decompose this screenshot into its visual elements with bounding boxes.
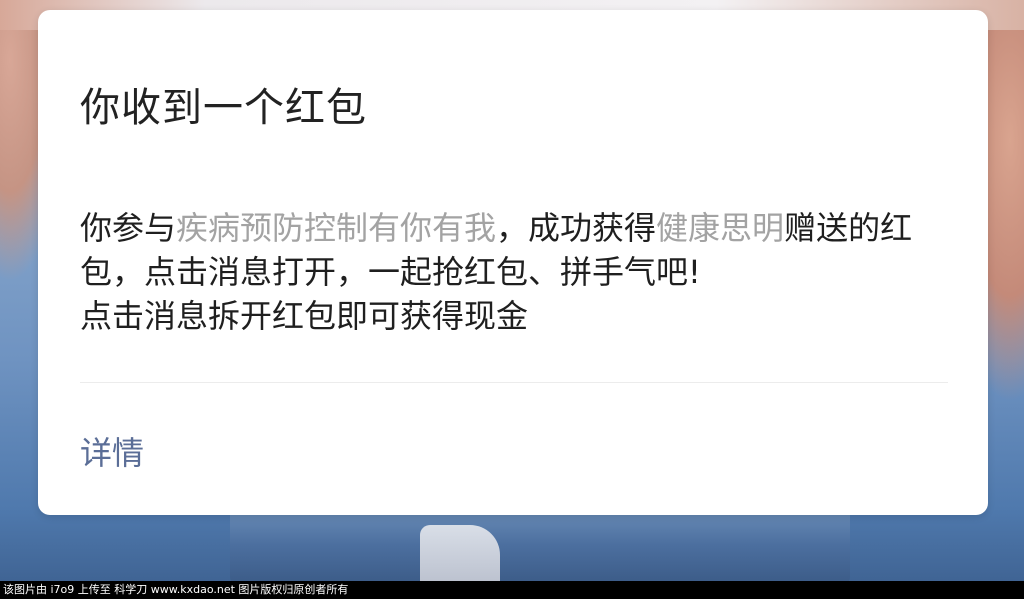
- red-packet-dialog: 你收到一个红包 你参与疾病预防控制有你有我，成功获得健康思明赠送的红包，点击消息…: [38, 10, 988, 515]
- background-photo-denim: [230, 505, 850, 585]
- dialog-divider: [80, 382, 948, 383]
- image-credit-text: 该图片由 i7o9 上传至 科学刀 www.kxdao.net 图片版权归原创者…: [3, 583, 349, 596]
- message-middle: ，成功获得: [496, 209, 657, 247]
- dialog-message: 你参与疾病预防控制有你有我，成功获得健康思明赠送的红包，点击消息打开，一起抢红包…: [80, 206, 930, 338]
- image-credit-bar: 该图片由 i7o9 上传至 科学刀 www.kxdao.net 图片版权归原创者…: [0, 581, 1024, 599]
- detail-button[interactable]: 详情: [80, 428, 144, 474]
- dialog-title: 你收到一个红包: [80, 85, 367, 131]
- activity-name: 疾病预防控制有你有我: [176, 209, 497, 247]
- sponsor-name: 健康思明: [656, 209, 785, 247]
- screen: 你收到一个红包 你参与疾病预防控制有你有我，成功获得健康思明赠送的红包，点击消息…: [0, 0, 1024, 599]
- message-line3: 点击消息拆开红包即可获得现金: [80, 297, 529, 335]
- message-prefix: 你参与: [80, 209, 177, 247]
